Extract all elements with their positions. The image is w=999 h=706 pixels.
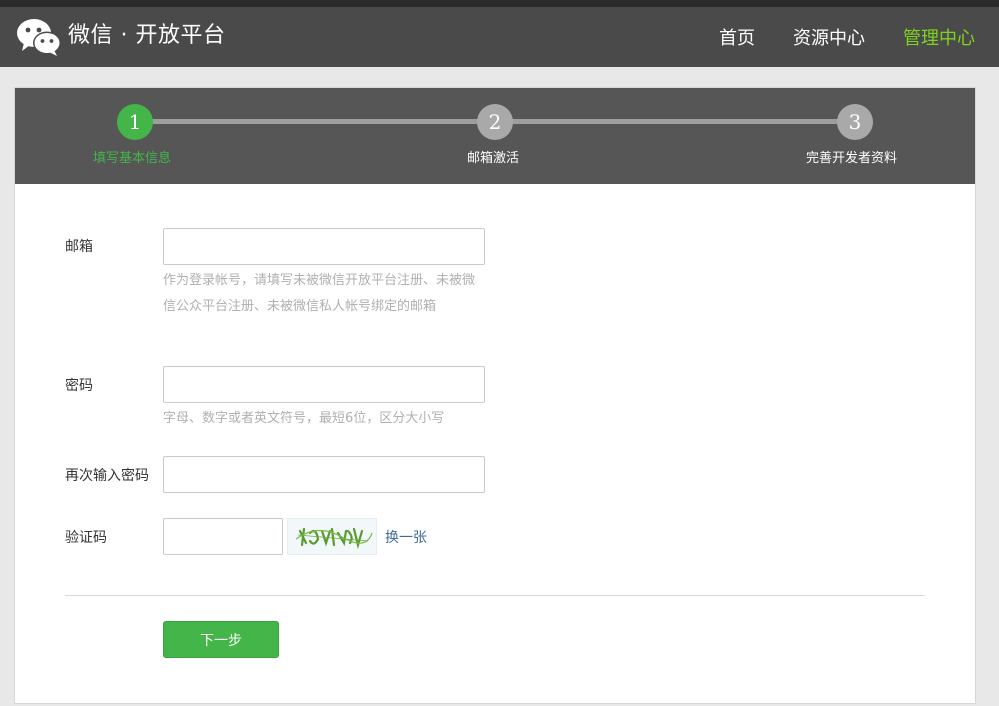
nav-item-home[interactable]: 首页 xyxy=(719,24,755,50)
captcha-label: 验证码 xyxy=(65,530,107,546)
site-title: 微信 · 开放平台 xyxy=(68,23,226,48)
captcha-image[interactable] xyxy=(287,518,377,555)
progress-steps: 1 2 3 填写基本信息 邮箱激活 完善开发者资料 xyxy=(15,88,975,184)
main-nav: 首页 资源中心 管理中心 xyxy=(681,7,975,67)
password-input[interactable] xyxy=(163,366,485,403)
next-step-button[interactable]: 下一步 xyxy=(163,621,279,658)
step-2-circle: 2 xyxy=(477,104,513,140)
wechat-logo-icon xyxy=(17,19,61,56)
step-1-circle: 1 xyxy=(117,104,153,140)
confirm-password-label: 再次输入密码 xyxy=(65,468,149,484)
nav-item-management[interactable]: 管理中心 xyxy=(903,24,975,50)
captcha-input[interactable] xyxy=(163,518,283,555)
email-hint: 作为登录帐号，请填写未被微信开放平台注册、未被微信公众平台注册、未被微信私人帐号… xyxy=(163,273,476,314)
top-strip xyxy=(0,0,999,7)
email-label: 邮箱 xyxy=(65,239,93,255)
step-1-label: 填写基本信息 xyxy=(93,151,172,166)
confirm-password-input[interactable] xyxy=(163,456,485,493)
refresh-captcha-link[interactable]: 换一张 xyxy=(385,527,427,547)
step-connector-2 xyxy=(495,119,855,124)
email-input[interactable] xyxy=(163,228,485,265)
registration-card: 1 2 3 填写基本信息 邮箱激活 完善开发者资料 邮箱 作为登录帐号，请填写未… xyxy=(14,87,976,704)
nav-item-resources[interactable]: 资源中心 xyxy=(793,24,865,50)
step-3-circle: 3 xyxy=(837,104,873,140)
form-divider xyxy=(65,595,925,596)
site-header: 微信 · 开放平台 首页 资源中心 管理中心 xyxy=(0,7,999,67)
step-connector-1 xyxy=(135,119,495,124)
password-label: 密码 xyxy=(65,378,93,394)
step-3-label: 完善开发者资料 xyxy=(806,151,898,166)
password-hint: 字母、数字或者英文符号，最短6位，区分大小写 xyxy=(163,411,445,426)
captcha-noise-graphic xyxy=(295,527,373,550)
step-2-label: 邮箱激活 xyxy=(467,151,520,166)
